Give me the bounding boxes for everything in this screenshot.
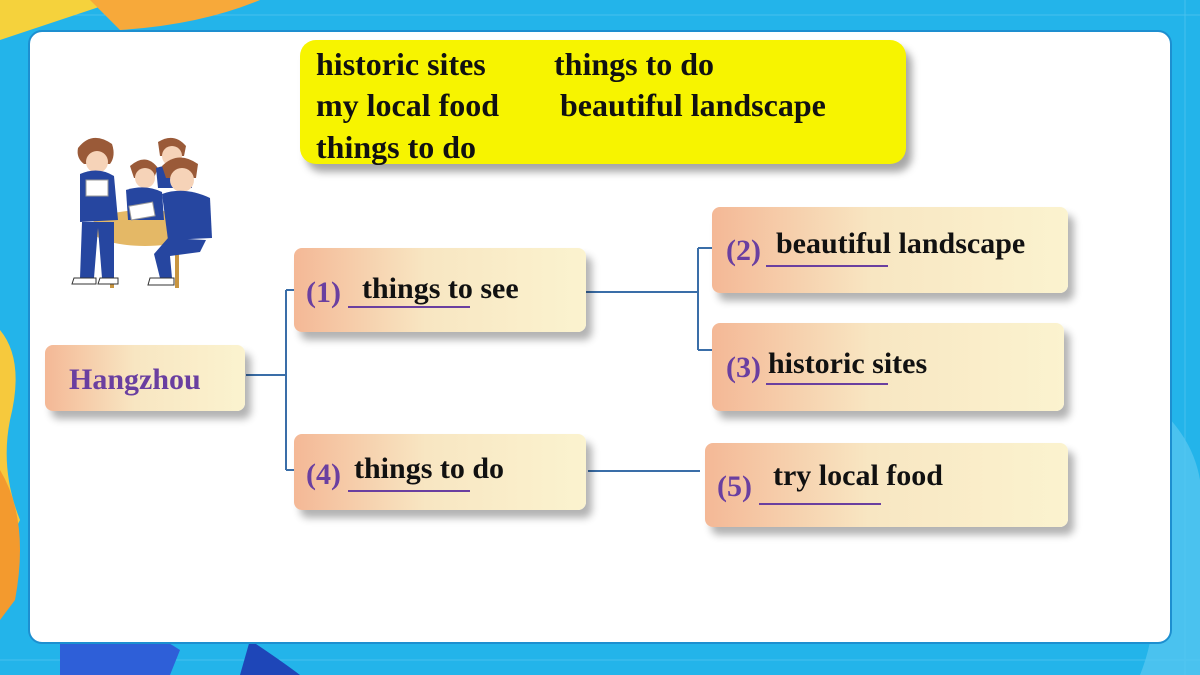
branch-answer: things to see bbox=[362, 272, 519, 305]
word-bank-item: my local food bbox=[316, 87, 500, 123]
branch-node-4: (4) things to do bbox=[294, 434, 586, 510]
word-bank: historic sites things to do my local foo… bbox=[300, 40, 906, 164]
answer-blank bbox=[348, 306, 470, 308]
branch-node-2: (2) beautiful landscape bbox=[712, 207, 1068, 293]
branch-number: (2) bbox=[726, 234, 761, 267]
branch-node-5: (5) try local food bbox=[705, 443, 1068, 527]
word-bank-item: things to do bbox=[316, 129, 477, 165]
branch-node-1: (1) things to see bbox=[294, 248, 586, 332]
root-label: Hangzhou bbox=[69, 363, 201, 396]
answer-blank bbox=[766, 265, 888, 267]
answer-blank bbox=[759, 503, 881, 505]
branch-number: (1) bbox=[306, 276, 341, 309]
branch-answer: try local food bbox=[773, 459, 943, 492]
branch-number: (5) bbox=[717, 470, 752, 503]
word-bank-item: historic sites bbox=[316, 46, 486, 82]
branch-number: (3) bbox=[726, 351, 761, 384]
branch-node-3: (3) historic sites bbox=[712, 323, 1064, 411]
word-bank-item: things to do bbox=[554, 46, 715, 82]
branch-number: (4) bbox=[306, 458, 341, 491]
root-node: Hangzhou bbox=[45, 345, 245, 411]
branch-answer: beautiful landscape bbox=[776, 227, 1026, 260]
branch-answer: things to do bbox=[354, 452, 505, 485]
answer-blank bbox=[348, 490, 470, 492]
branch-answer: historic sites bbox=[768, 347, 928, 380]
word-bank-item: beautiful landscape bbox=[560, 87, 826, 123]
answer-blank bbox=[766, 383, 888, 385]
students-group-icon bbox=[71, 137, 212, 288]
